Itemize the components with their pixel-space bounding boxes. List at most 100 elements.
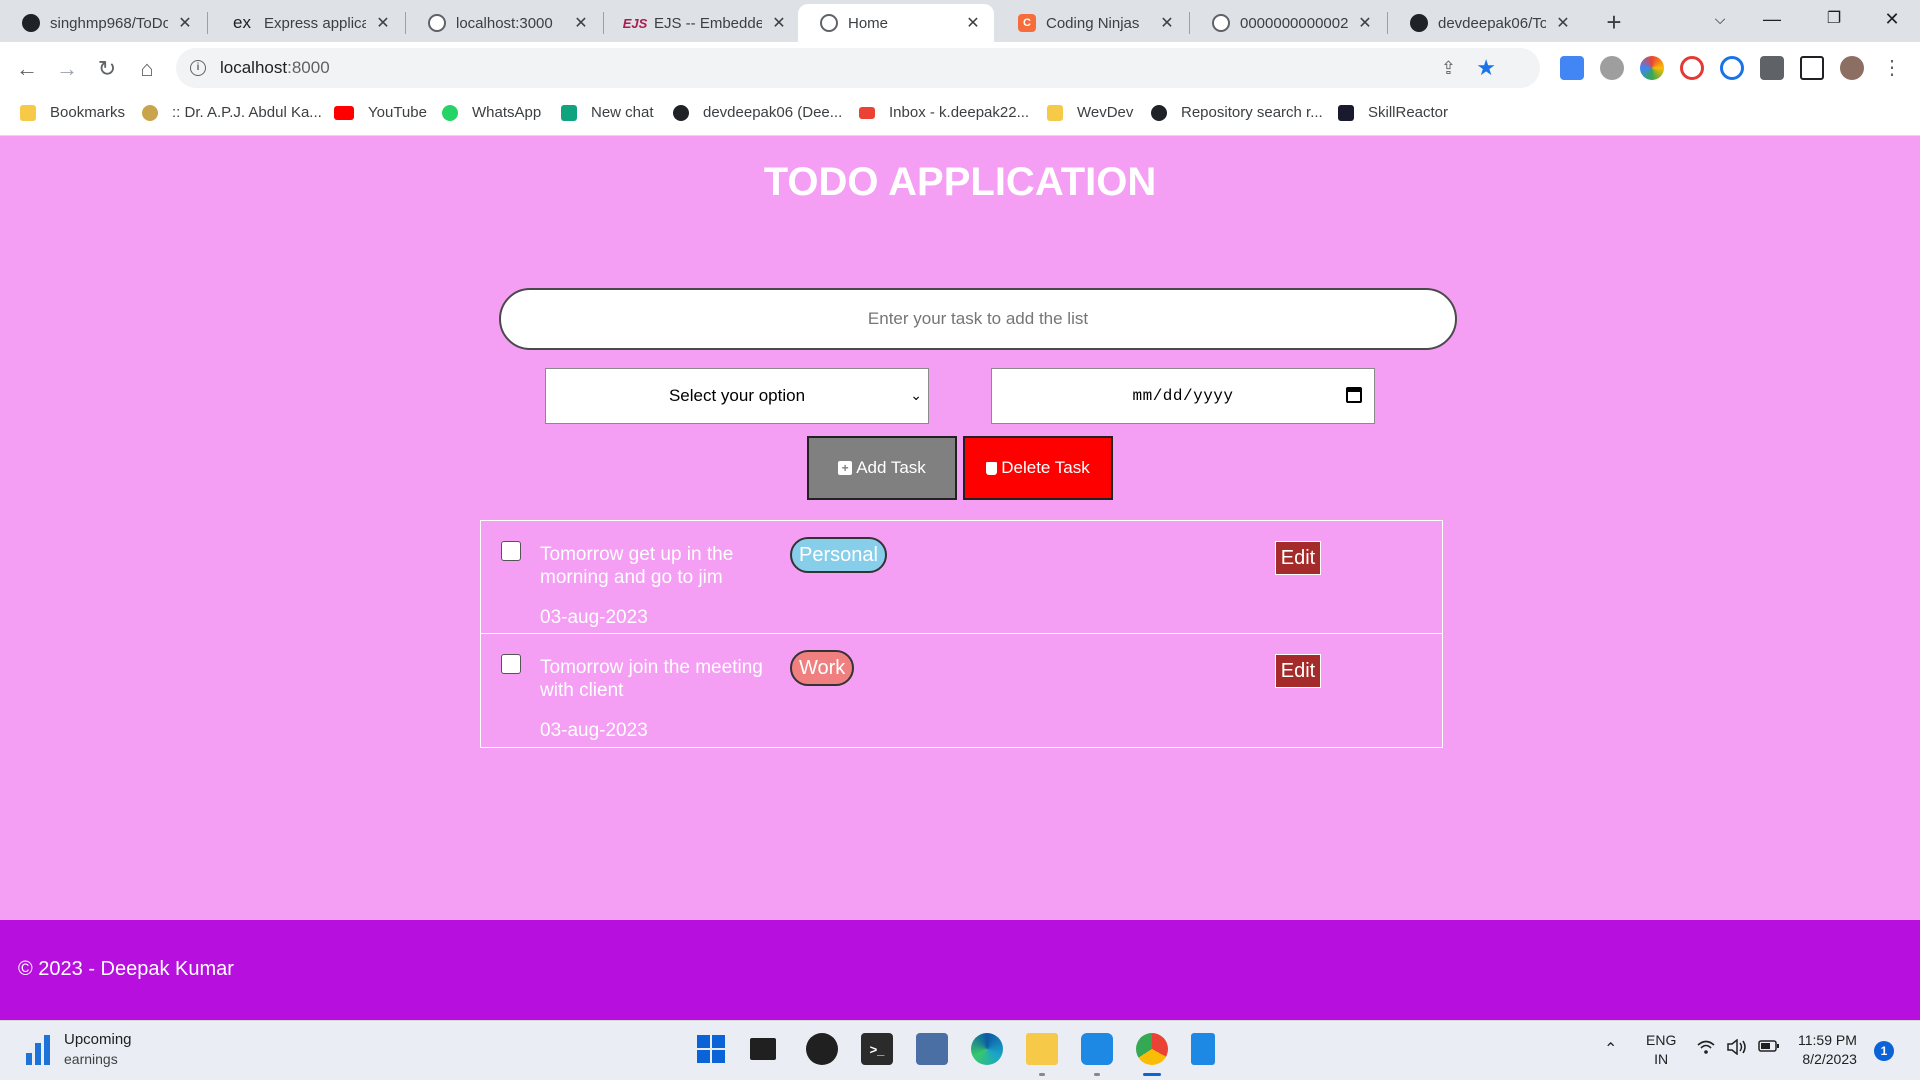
stock-chart-icon[interactable] <box>26 1035 50 1065</box>
youtube-icon <box>334 105 354 120</box>
browser-tab[interactable]: localhost:3000 ✕ <box>406 4 602 42</box>
windows-start-icon[interactable] <box>695 1033 727 1065</box>
close-icon[interactable]: ✕ <box>1158 13 1176 33</box>
back-button[interactable]: ← <box>10 52 44 86</box>
bookmark-item[interactable]: Inbox - k.deepak22... <box>859 104 1029 121</box>
url-port: :8000 <box>287 58 330 77</box>
avatar[interactable] <box>1840 56 1864 80</box>
browser-tab[interactable]: EJS EJS -- Embedded ✕ <box>604 4 800 42</box>
browser-tab[interactable]: devdeepak06/ToDo ✕ <box>1388 4 1584 42</box>
taskbar: Upcoming earnings >_ ⌃ ENG IN 11:59 PM 8… <box>0 1020 1920 1080</box>
task-text: Tomorrow get up in the morning and go to… <box>540 544 734 588</box>
edge-icon[interactable] <box>971 1033 1003 1065</box>
bookmark-star-icon[interactable]: ★ <box>1476 55 1496 81</box>
task-list: Tomorrow get up in the morning and go to… <box>480 520 1443 748</box>
date-input[interactable]: mm/dd/yyyy <box>991 368 1375 424</box>
bookmark-label: devdeepak06 (Dee... <box>703 104 843 121</box>
bookmark-label: YouTube <box>368 104 427 121</box>
obs-icon[interactable] <box>806 1033 838 1065</box>
task-checkbox[interactable] <box>501 654 521 674</box>
network-app-icon[interactable] <box>916 1033 948 1065</box>
widget-title[interactable]: Upcoming <box>64 1031 132 1048</box>
extension-blue-icon[interactable] <box>1720 56 1744 80</box>
close-icon[interactable]: ✕ <box>1356 13 1374 33</box>
widget-subtitle[interactable]: earnings <box>64 1051 118 1067</box>
chevron-down-icon: ⌄ <box>910 387 922 403</box>
edit-button[interactable]: Edit <box>1275 654 1321 688</box>
minimize-button[interactable]: — <box>1744 0 1800 38</box>
bookmark-item[interactable]: :: Dr. A.P.J. Abdul Ka... <box>142 104 322 121</box>
category-select[interactable]: Select your option ⌄ <box>545 368 929 424</box>
clock-date: 8/2/2023 <box>1802 1051 1857 1067</box>
home-button[interactable]: ⌂ <box>130 52 164 86</box>
bookmark-item[interactable]: WevDev <box>1047 104 1133 121</box>
close-icon[interactable]: ✕ <box>176 13 194 33</box>
bookmark-item[interactable]: Bookmarks <box>20 104 125 121</box>
settings-extension-icon[interactable] <box>1600 56 1624 80</box>
browser-tab[interactable]: 00000000000020 ✕ <box>1190 4 1386 42</box>
menu-icon[interactable]: ⋮ <box>1882 56 1902 80</box>
volume-icon[interactable] <box>1726 1038 1748 1060</box>
color-picker-icon[interactable] <box>1640 56 1664 80</box>
chrome-icon[interactable] <box>1136 1033 1168 1065</box>
bookmark-label: Bookmarks <box>50 104 126 121</box>
share-icon[interactable]: ⇪ <box>1441 58 1456 79</box>
close-icon[interactable]: ✕ <box>964 13 982 33</box>
close-icon[interactable]: ✕ <box>572 13 590 33</box>
notification-badge[interactable]: 1 <box>1874 1041 1894 1061</box>
system-clock[interactable]: 11:59 PM 8/2/2023 <box>1798 1031 1857 1069</box>
bookmark-item[interactable]: devdeepak06 (Dee... <box>673 104 842 121</box>
tab-title: Express application <box>264 14 366 32</box>
add-task-label: Add Task <box>856 458 926 477</box>
browser-tab[interactable]: ex Express application ✕ <box>208 4 404 42</box>
running-indicator-active <box>1143 1073 1161 1076</box>
edit-button[interactable]: Edit <box>1275 541 1321 575</box>
close-icon[interactable]: ✕ <box>770 13 788 33</box>
notepad-icon[interactable] <box>1191 1033 1215 1065</box>
vscode-icon[interactable] <box>1081 1033 1113 1065</box>
bookmark-item[interactable]: SkillReactor <box>1338 104 1448 121</box>
reload-button[interactable]: ↻ <box>90 52 124 86</box>
block-icon[interactable] <box>1680 56 1704 80</box>
language-indicator[interactable]: ENG IN <box>1646 1031 1676 1069</box>
file-explorer-icon[interactable] <box>1026 1033 1058 1065</box>
url-text[interactable]: localhost:8000 <box>220 58 330 78</box>
date-placeholder: mm/dd/yyyy <box>1132 387 1234 405</box>
browser-tab[interactable]: C Coding Ninjas ✕ <box>996 4 1188 42</box>
new-tab-button[interactable]: + <box>1598 6 1630 38</box>
chevron-up-icon[interactable]: ⌃ <box>1604 1039 1617 1059</box>
side-panel-icon[interactable] <box>1800 56 1824 80</box>
task-input[interactable] <box>499 288 1457 350</box>
terminal-icon[interactable]: >_ <box>861 1033 893 1065</box>
puzzle-icon[interactable] <box>1760 56 1784 80</box>
github-icon <box>673 104 689 121</box>
omnibox[interactable]: i localhost:8000 ⇪ ★ <box>176 48 1540 88</box>
add-task-button[interactable]: + Add Task <box>807 436 957 500</box>
page-title: TODO APPLICATION <box>763 160 1157 204</box>
info-icon[interactable]: i <box>190 60 206 76</box>
bookmark-item[interactable]: WhatsApp <box>442 104 541 121</box>
bookmark-label: :: Dr. A.P.J. Abdul Ka... <box>172 104 322 121</box>
folder-icon <box>1047 104 1063 121</box>
forward-button[interactable]: → <box>50 52 84 86</box>
task-view-icon[interactable] <box>750 1038 776 1060</box>
calendar-icon[interactable] <box>1346 387 1362 403</box>
browser-tab-active[interactable]: Home ✕ <box>798 4 994 42</box>
bookmark-item[interactable]: YouTube <box>334 104 427 121</box>
wifi-icon[interactable] <box>1696 1039 1716 1060</box>
task-checkbox[interactable] <box>501 541 521 561</box>
battery-icon[interactable] <box>1758 1039 1780 1058</box>
browser-tab[interactable]: singhmp968/ToDo ✕ <box>0 4 206 42</box>
close-icon[interactable]: ✕ <box>1554 13 1572 33</box>
delete-task-button[interactable]: Delete Task <box>963 436 1113 500</box>
google-translate-icon[interactable] <box>1560 56 1584 80</box>
bookmark-item[interactable]: Repository search r... <box>1151 104 1323 121</box>
close-window-button[interactable]: ✕ <box>1864 0 1920 38</box>
footer-text: © 2023 - Deepak Kumar <box>18 958 234 980</box>
tab-search-icon[interactable]: ⌵ <box>1692 0 1748 38</box>
address-bar-row: ← → ↻ ⌂ i localhost:8000 ⇪ ★ ⋮ <box>0 42 1920 96</box>
close-icon[interactable]: ✕ <box>374 13 392 33</box>
bookmark-item[interactable]: New chat <box>561 104 654 121</box>
task-date: 03-aug-2023 <box>540 720 648 741</box>
restore-button[interactable]: ❐ <box>1806 0 1862 38</box>
